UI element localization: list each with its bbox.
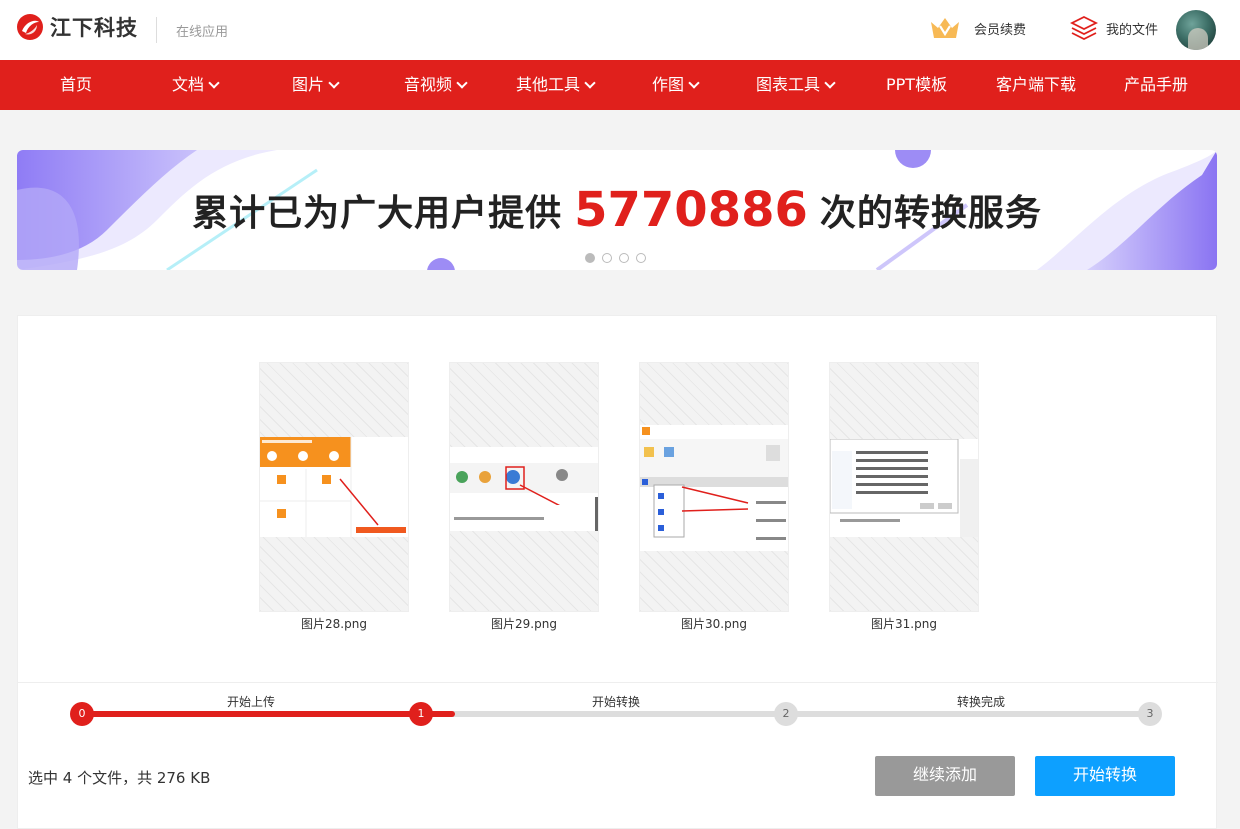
chevron-down-icon	[456, 76, 468, 89]
vip-renew-label: 会员续费	[974, 22, 1027, 38]
continue-add-button[interactable]: 继续添加	[875, 756, 1015, 796]
step-node: 3	[1138, 702, 1162, 726]
top-header: 江下科技 在线应用 会员续费 我的文件	[0, 0, 1240, 60]
brand-name: 江下科技	[50, 16, 138, 40]
nav-label: 客户端下载	[996, 75, 1077, 94]
nav-item-images[interactable]: 图片	[292, 60, 340, 110]
image-preview	[639, 362, 789, 612]
conversion-count: 5770886	[574, 182, 808, 238]
screenshot-preview	[260, 437, 408, 537]
file-thumbnail[interactable]: 图片31.png	[829, 362, 979, 632]
file-thumbnail[interactable]: 图片30.png	[639, 362, 789, 632]
file-name: 图片30.png	[681, 617, 747, 631]
file-name: 图片28.png	[301, 617, 367, 631]
nav-item-drawing[interactable]: 作图	[652, 60, 700, 110]
main-nav: 首页 文档 图片 音视频 其他工具 作图 图表工具 PPT模板 客户端下载 产品…	[0, 60, 1240, 110]
banner-text-before: 累计已为广大用户提供	[192, 193, 563, 234]
nav-item-client-download[interactable]: 客户端下载	[996, 60, 1076, 110]
my-files-link[interactable]: 我的文件	[1070, 14, 1158, 42]
step-node: 1	[409, 702, 433, 726]
chevron-down-icon	[328, 76, 340, 89]
nav-item-home[interactable]: 首页	[60, 60, 92, 110]
carousel-dot[interactable]	[636, 253, 646, 263]
nav-label: PPT模板	[886, 75, 948, 94]
site-subtitle[interactable]: 在线应用	[176, 21, 228, 40]
section-divider	[18, 682, 1218, 683]
image-preview	[829, 362, 979, 612]
chevron-down-icon	[824, 76, 836, 89]
nav-label: 音视频	[404, 75, 453, 94]
nav-label: 其他工具	[516, 75, 581, 94]
file-thumbnail[interactable]: 图片28.png	[259, 362, 409, 632]
start-convert-button[interactable]: 开始转换	[1035, 756, 1175, 796]
banner-headline: 累计已为广大用户提供 5770886 次的转换服务	[17, 150, 1217, 270]
image-preview	[449, 362, 599, 612]
nav-label: 产品手册	[1124, 75, 1189, 94]
step-node: 2	[774, 702, 798, 726]
nav-item-other-tools[interactable]: 其他工具	[516, 60, 596, 110]
carousel-dot[interactable]	[602, 253, 612, 263]
nav-label: 首页	[60, 75, 93, 94]
chevron-down-icon	[584, 76, 596, 89]
vip-renew-link[interactable]: 会员续费	[928, 14, 1026, 42]
header-divider	[156, 17, 157, 43]
logo-icon	[17, 14, 43, 40]
my-files-label: 我的文件	[1106, 22, 1159, 38]
step-node: 0	[70, 702, 94, 726]
image-preview	[259, 362, 409, 612]
conversion-panel: 图片28.png 图片29.png 图片30.png 图片31.png 开始上传…	[17, 315, 1218, 829]
progress-fill	[80, 711, 455, 717]
nav-label: 图表工具	[756, 75, 821, 94]
step-label-upload: 开始上传	[226, 695, 276, 709]
carousel-dot[interactable]	[619, 253, 629, 263]
file-thumbnail[interactable]: 图片29.png	[449, 362, 599, 632]
file-name: 图片29.png	[491, 617, 557, 631]
stats-banner[interactable]: 累计已为广大用户提供 5770886 次的转换服务	[17, 150, 1217, 270]
screenshot-preview	[830, 439, 978, 537]
nav-item-docs[interactable]: 文档	[172, 60, 220, 110]
nav-item-ppt-templates[interactable]: PPT模板	[886, 60, 947, 110]
selection-summary: 选中 4 个文件，共 276 KB	[28, 769, 211, 787]
chevron-down-icon	[208, 76, 220, 89]
brand-logo[interactable]: 江下科技	[16, 12, 138, 42]
nav-label: 作图	[652, 75, 685, 94]
nav-label: 图片	[292, 75, 325, 94]
carousel-dots	[585, 253, 646, 263]
screenshot-preview	[450, 447, 598, 531]
user-avatar[interactable]	[1176, 10, 1216, 50]
chevron-down-icon	[688, 76, 700, 89]
nav-item-product-manual[interactable]: 产品手册	[1124, 60, 1188, 110]
step-label-done: 转换完成	[956, 695, 1006, 709]
carousel-dot[interactable]	[585, 253, 595, 263]
nav-item-chart-tools[interactable]: 图表工具	[756, 60, 836, 110]
nav-item-media[interactable]: 音视频	[404, 60, 468, 110]
screenshot-preview	[640, 425, 788, 551]
nav-label: 文档	[172, 75, 205, 94]
file-name: 图片31.png	[871, 617, 937, 631]
crown-icon	[931, 18, 959, 38]
banner-text-after: 次的转换服务	[819, 193, 1042, 234]
step-label-convert: 开始转换	[591, 695, 641, 709]
layers-icon	[1070, 15, 1098, 41]
